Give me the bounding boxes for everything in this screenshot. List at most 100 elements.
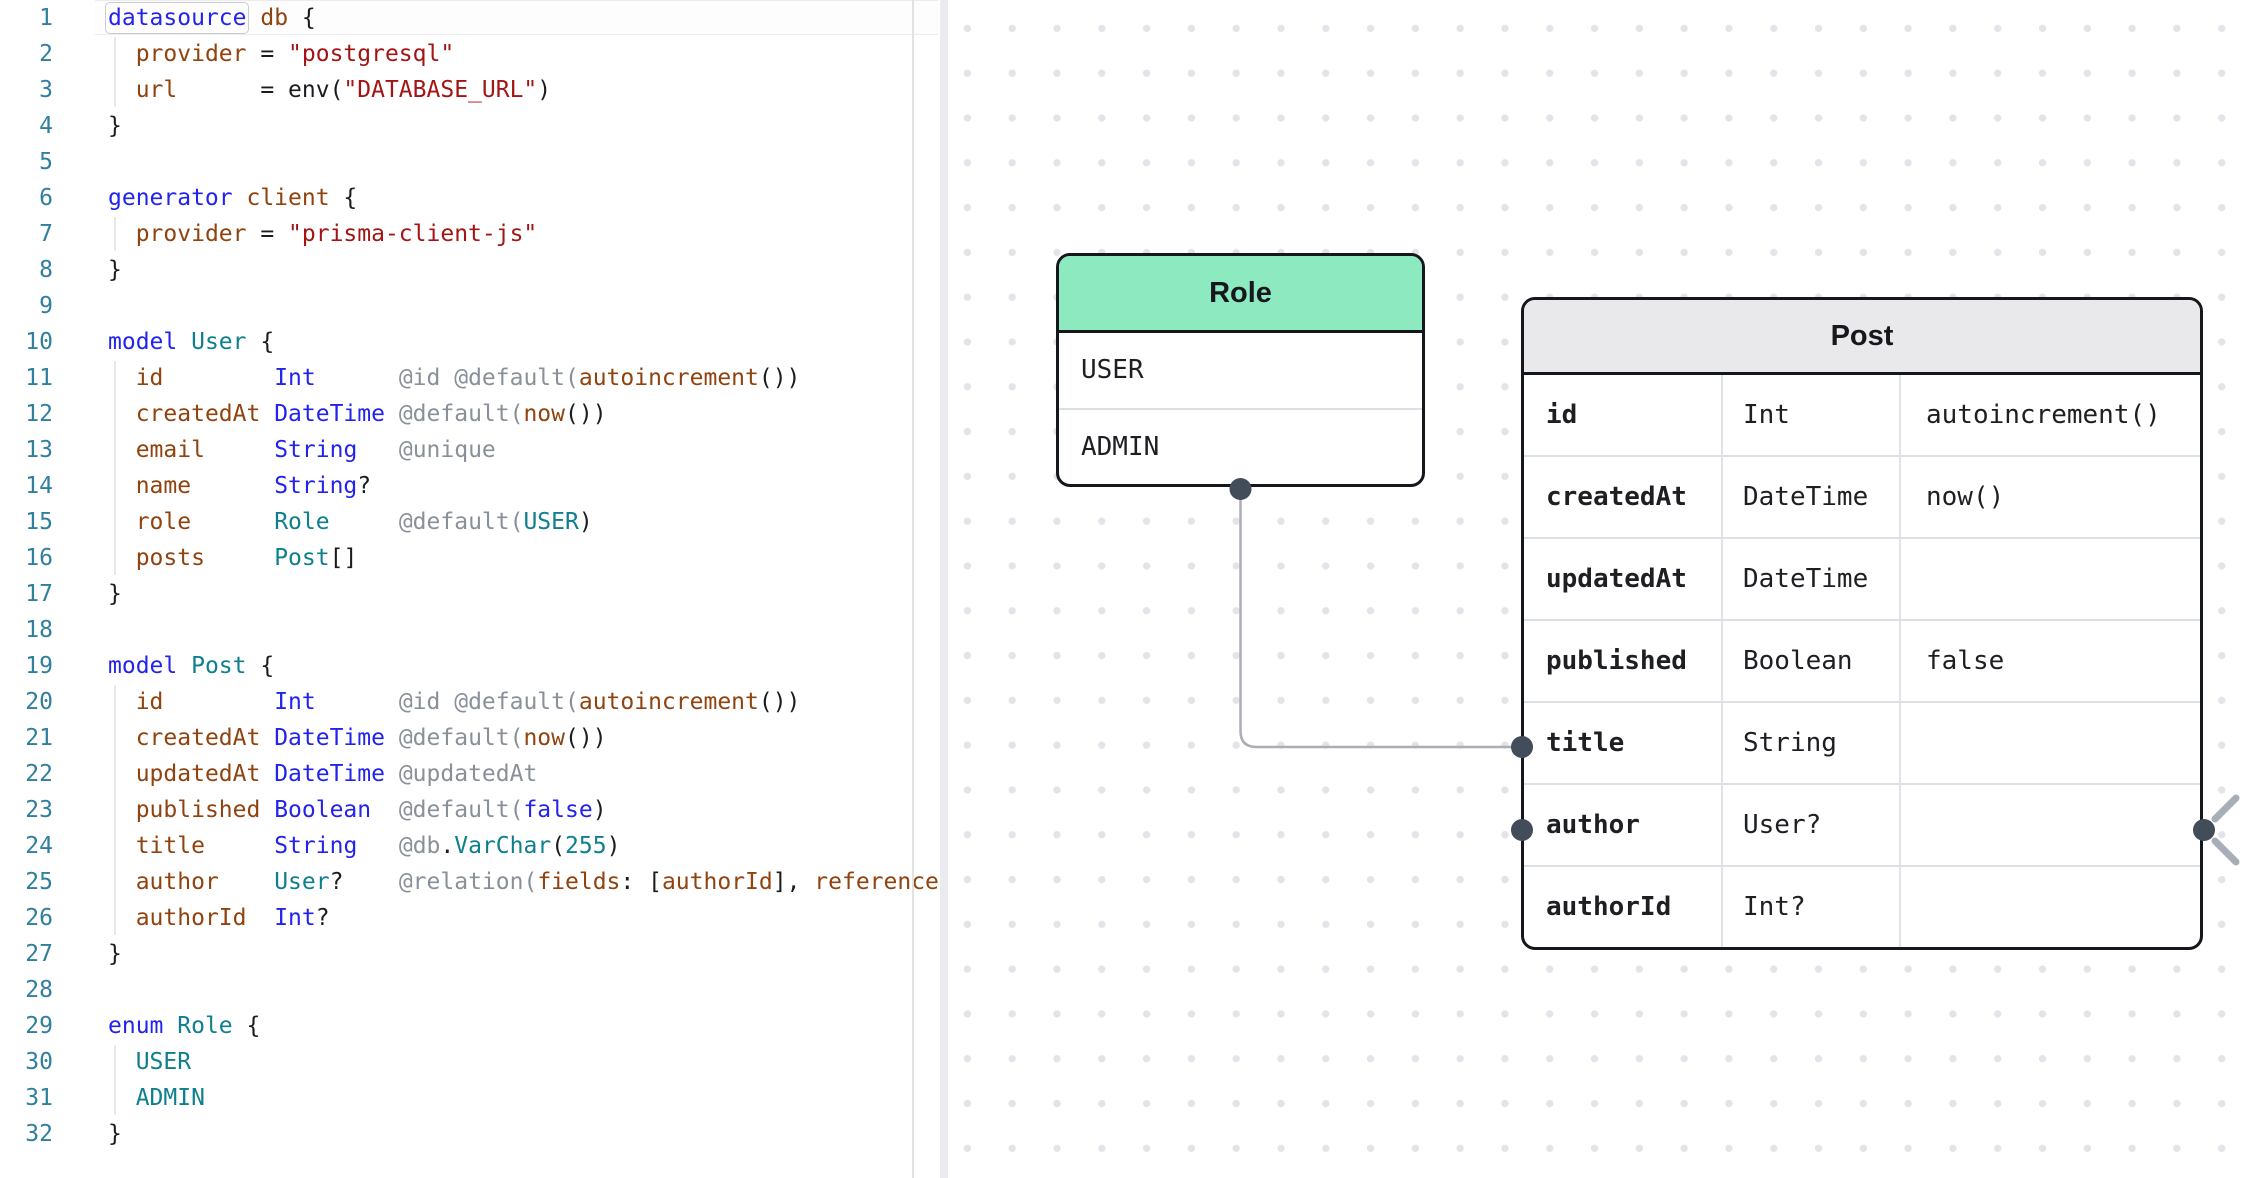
- code-text: role Role @default(USER): [53, 504, 593, 540]
- code-line[interactable]: 22 updatedAt DateTime @updatedAt: [0, 756, 948, 792]
- line-number: 32: [0, 1116, 53, 1152]
- code-line[interactable]: 13 email String @unique: [0, 432, 948, 468]
- code-line[interactable]: 30 USER: [0, 1044, 948, 1080]
- code-lines: 1datasource db {2 provider = "postgresql…: [0, 0, 948, 1152]
- code-line[interactable]: 4}: [0, 108, 948, 144]
- editor-scrollbar[interactable]: [940, 0, 948, 1178]
- code-line[interactable]: 26 authorId Int?: [0, 900, 948, 936]
- line-number: 2: [0, 36, 53, 72]
- enum-node-role[interactable]: Role USERADMIN: [1056, 253, 1425, 487]
- field-name-cell: authorId: [1524, 867, 1723, 947]
- line-number: 24: [0, 828, 53, 864]
- field-name-cell: id: [1524, 375, 1723, 455]
- schema-code-editor[interactable]: 1datasource db {2 provider = "postgresql…: [0, 0, 948, 1178]
- line-number: 9: [0, 288, 53, 324]
- code-line[interactable]: 23 published Boolean @default(false): [0, 792, 948, 828]
- diagram-canvas[interactable]: Role USERADMIN Post idIntautoincrement()…: [948, 0, 2262, 1178]
- line-number: 1: [0, 0, 53, 36]
- code-text: [53, 288, 108, 324]
- field-type-cell: Int?: [1723, 867, 1901, 947]
- code-line[interactable]: 8}: [0, 252, 948, 288]
- line-number: 10: [0, 324, 53, 360]
- field-default-cell: [1901, 785, 2200, 865]
- post-table-rows: idIntautoincrement()createdAtDateTimenow…: [1524, 375, 2200, 947]
- indent-guide: [114, 685, 116, 935]
- model-field-row: publishedBooleanfalse: [1524, 619, 2200, 701]
- line-number: 16: [0, 540, 53, 576]
- model-field-row: updatedAtDateTime: [1524, 537, 2200, 619]
- model-field-row: authorIdInt?: [1524, 865, 2200, 947]
- model-field-row: createdAtDateTimenow(): [1524, 455, 2200, 537]
- code-line[interactable]: 29enum Role {: [0, 1008, 948, 1044]
- code-line[interactable]: 21 createdAt DateTime @default(now()): [0, 720, 948, 756]
- field-default-cell: [1901, 539, 2200, 619]
- model-field-row: idIntautoincrement(): [1524, 375, 2200, 455]
- model-field-row: authorUser?: [1524, 783, 2200, 865]
- field-type-cell: DateTime: [1723, 457, 1901, 537]
- code-line[interactable]: 15 role Role @default(USER): [0, 504, 948, 540]
- line-number: 6: [0, 180, 53, 216]
- model-node-post[interactable]: Post idIntautoincrement()createdAtDateTi…: [1521, 297, 2203, 950]
- code-line[interactable]: 32}: [0, 1116, 948, 1152]
- code-line[interactable]: 11 id Int @id @default(autoincrement()): [0, 360, 948, 396]
- enum-relation-line: [1241, 498, 1520, 747]
- line-number: 19: [0, 648, 53, 684]
- post-table-header: Post: [1524, 300, 2200, 375]
- line-number: 21: [0, 720, 53, 756]
- field-type-cell: DateTime: [1723, 539, 1901, 619]
- code-line[interactable]: 1datasource db {: [0, 0, 948, 36]
- line-number: 20: [0, 684, 53, 720]
- code-text: }: [53, 252, 122, 288]
- code-text: ADMIN: [53, 1080, 205, 1116]
- field-name-cell: author: [1524, 785, 1723, 865]
- code-line[interactable]: 18: [0, 612, 948, 648]
- code-line[interactable]: 10model User {: [0, 324, 948, 360]
- line-number: 23: [0, 792, 53, 828]
- code-text: url = env("DATABASE_URL"): [53, 72, 551, 108]
- code-line[interactable]: 5: [0, 144, 948, 180]
- code-line[interactable]: 16 posts Post[]: [0, 540, 948, 576]
- enum-value-row: ADMIN: [1059, 408, 1422, 485]
- code-line[interactable]: 27}: [0, 936, 948, 972]
- code-line[interactable]: 14 name String?: [0, 468, 948, 504]
- code-text: enum Role {: [53, 1008, 260, 1044]
- code-text: provider = "prisma-client-js": [53, 216, 537, 252]
- code-line[interactable]: 7 provider = "prisma-client-js": [0, 216, 948, 252]
- indent-guide: [114, 1045, 116, 1115]
- field-default-cell: [1901, 703, 2200, 783]
- code-line[interactable]: 20 id Int @id @default(autoincrement()): [0, 684, 948, 720]
- code-line[interactable]: 2 provider = "postgresql": [0, 36, 948, 72]
- code-line[interactable]: 19model Post {: [0, 648, 948, 684]
- field-name-cell: published: [1524, 621, 1723, 701]
- code-text: }: [53, 108, 122, 144]
- code-line[interactable]: 28: [0, 972, 948, 1008]
- line-number: 3: [0, 72, 53, 108]
- code-line[interactable]: 6generator client {: [0, 180, 948, 216]
- model-field-row: titleString: [1524, 701, 2200, 783]
- field-name-cell: updatedAt: [1524, 539, 1723, 619]
- code-line[interactable]: 9: [0, 288, 948, 324]
- field-type-cell: String: [1723, 703, 1901, 783]
- code-text: authorId Int?: [53, 900, 330, 936]
- code-text: createdAt DateTime @default(now()): [53, 720, 607, 756]
- code-text: USER: [53, 1044, 191, 1080]
- code-line[interactable]: 24 title String @db.VarChar(255): [0, 828, 948, 864]
- line-number: 5: [0, 144, 53, 180]
- field-type-cell: Int: [1723, 375, 1901, 455]
- code-text: model Post {: [53, 648, 274, 684]
- line-number: 4: [0, 108, 53, 144]
- code-line[interactable]: 17}: [0, 576, 948, 612]
- code-text: [53, 972, 108, 1008]
- code-text: }: [53, 576, 122, 612]
- code-line[interactable]: 31 ADMIN: [0, 1080, 948, 1116]
- code-line[interactable]: 12 createdAt DateTime @default(now()): [0, 396, 948, 432]
- line-number: 31: [0, 1080, 53, 1116]
- line-number: 13: [0, 432, 53, 468]
- code-line[interactable]: 25 author User? @relation(fields: [autho…: [0, 864, 948, 900]
- code-line[interactable]: 3 url = env("DATABASE_URL"): [0, 72, 948, 108]
- code-text: updatedAt DateTime @updatedAt: [53, 756, 537, 792]
- line-number: 7: [0, 216, 53, 252]
- code-text: datasource db {: [53, 0, 316, 36]
- code-text: email String @unique: [53, 432, 496, 468]
- line-number: 14: [0, 468, 53, 504]
